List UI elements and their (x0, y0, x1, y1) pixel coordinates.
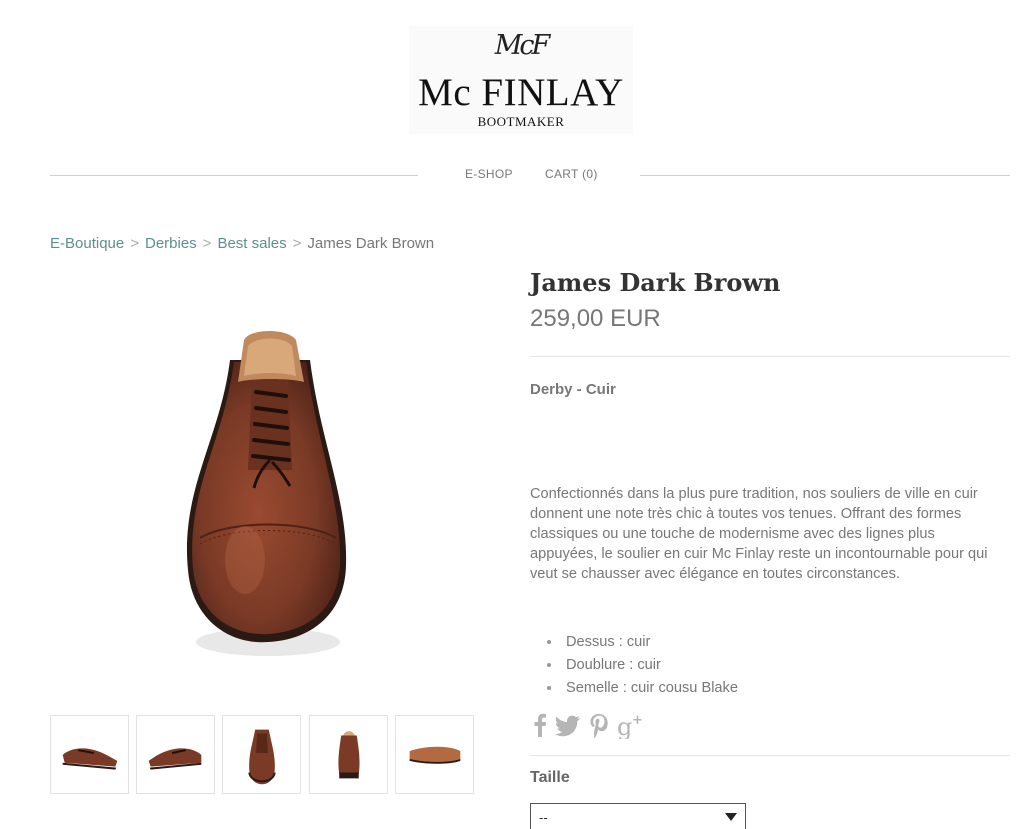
size-label: Taille (530, 769, 570, 786)
breadcrumb-derbies[interactable]: Derbies (145, 235, 197, 252)
breadcrumb-current: James Dark Brown (307, 235, 435, 252)
product-thumbnail[interactable] (136, 715, 215, 794)
twitter-icon[interactable] (555, 713, 581, 739)
breadcrumb-best-sales[interactable]: Best sales (217, 235, 286, 252)
facebook-icon[interactable] (533, 713, 547, 739)
nav-cart-link[interactable]: CART (0) (545, 167, 598, 181)
breadcrumb-eboutique[interactable]: E-Boutique (50, 235, 124, 252)
product-thumbnail[interactable] (50, 715, 129, 794)
breadcrumb-separator: > (292, 235, 302, 252)
product-features-list: Dessus : cuir Doublure : cuir Semelle : … (558, 632, 738, 701)
product-thumbnail[interactable] (222, 715, 301, 794)
nav-divider-left (50, 175, 418, 176)
size-select[interactable]: -- (530, 803, 746, 829)
logo-tagline: BOOTMAKER (477, 114, 565, 129)
product-thumbnail[interactable] (309, 715, 388, 794)
chevron-down-icon (725, 813, 737, 821)
breadcrumb-separator: > (202, 235, 212, 252)
product-thumbnail[interactable] (395, 715, 474, 794)
list-item: Dessus : cuir (562, 632, 738, 655)
divider (530, 755, 1010, 756)
product-description: Confectionnés dans la plus pure traditio… (530, 486, 988, 582)
logo-monogram: McF (494, 30, 551, 61)
breadcrumb: E-Boutique > Derbies > Best sales > James Dark… (50, 235, 434, 252)
product-price: 259,00 EUR (530, 305, 661, 332)
list-item: Doublure : cuir (562, 655, 738, 678)
product-title: James Dark Brown (530, 268, 781, 297)
logo-brand-name: Mc FINLAY (418, 71, 624, 114)
breadcrumb-separator: > (130, 235, 139, 252)
product-subtitle: Derby - Cuir (530, 381, 616, 398)
brand-logo[interactable]: McF Mc FINLAY BOOTMAKER (409, 26, 633, 134)
nav-divider-right (640, 175, 1010, 176)
list-item: Semelle : cuir cousu Blake (562, 678, 738, 701)
nav-eshop-link[interactable]: E-SHOP (465, 167, 513, 181)
pinterest-icon[interactable] (589, 713, 609, 739)
product-main-image[interactable] (160, 320, 375, 670)
divider (530, 356, 1010, 357)
share-icons: g + (533, 712, 645, 741)
size-select-value: -- (539, 810, 548, 825)
google-plus-icon[interactable]: g + (617, 713, 645, 741)
svg-text:g: g (617, 713, 632, 739)
svg-text:+: + (632, 713, 643, 728)
